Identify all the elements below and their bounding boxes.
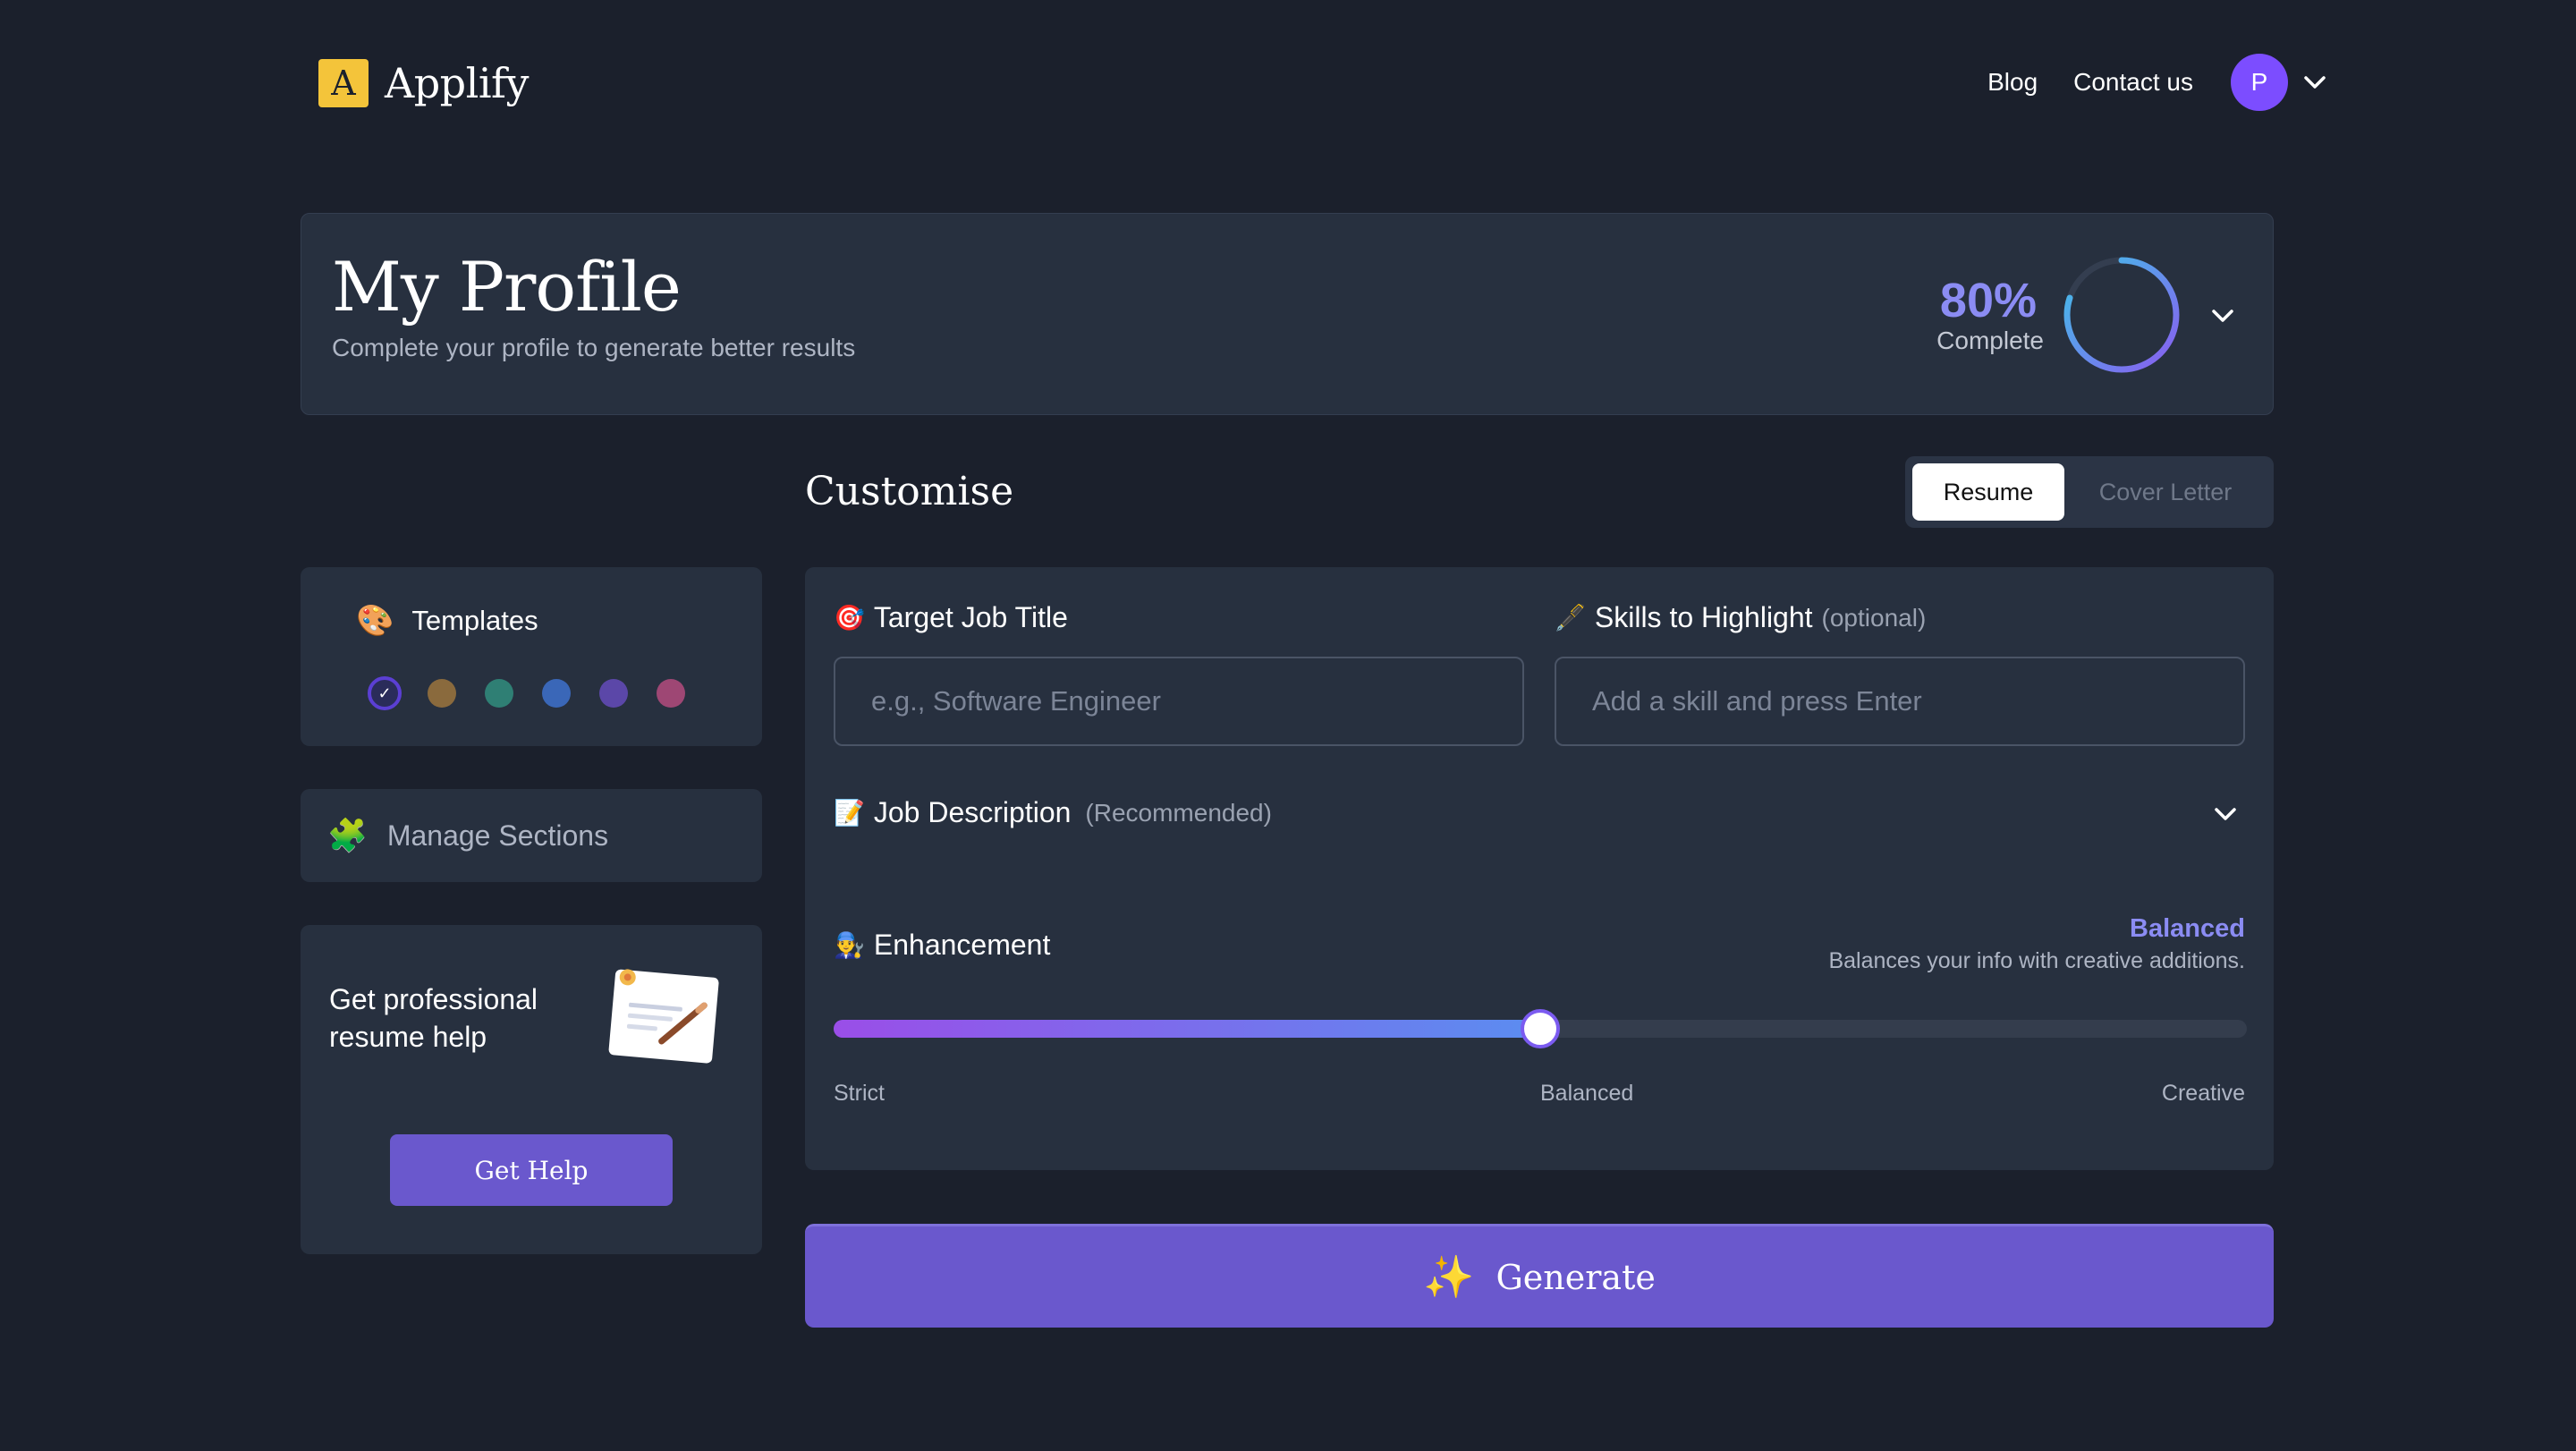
- nav-contact-link[interactable]: Contact us: [2073, 68, 2193, 97]
- job-description-toggle[interactable]: 📝 Job Description (Recommended): [834, 796, 1272, 829]
- tab-cover-letter[interactable]: Cover Letter: [2064, 463, 2267, 521]
- template-color-swatch[interactable]: [485, 679, 513, 708]
- template-color-swatch[interactable]: [657, 679, 685, 708]
- template-color-swatch[interactable]: [599, 679, 628, 708]
- get-help-button[interactable]: Get Help: [390, 1134, 673, 1206]
- resume-help-card: Get professional resume help Get Help: [301, 925, 762, 1254]
- progress-percent: 80%: [1939, 274, 2037, 327]
- progress-label: Complete: [1936, 327, 2044, 354]
- avatar[interactable]: P: [2231, 54, 2288, 111]
- generate-label: Generate: [1496, 1257, 1656, 1297]
- slider-fill: [834, 1020, 1540, 1038]
- check-icon: ✓: [377, 683, 392, 702]
- section-title: Customise: [805, 469, 1014, 514]
- profile-card: My Profile Complete your profile to gene…: [301, 213, 2274, 415]
- help-text: Get professional resume help: [329, 983, 538, 1053]
- tick-balanced: Balanced: [1540, 1081, 1634, 1106]
- logo-mark-icon: A: [318, 59, 369, 107]
- skills-optional-note: (optional): [1821, 603, 1927, 632]
- app-name: Applify: [385, 59, 530, 107]
- manage-sections-button[interactable]: 🧩 Manage Sections: [301, 789, 762, 882]
- template-color-swatch[interactable]: ✓: [368, 676, 402, 710]
- templates-label: Templates: [411, 605, 538, 636]
- puzzle-icon: 🧩: [327, 817, 368, 853]
- resume-illustration-icon: [608, 969, 719, 1064]
- template-color-swatch[interactable]: [428, 679, 456, 708]
- document-type-toggle: Resume Cover Letter: [1905, 456, 2274, 528]
- templates-card: 🎨 Templates ✓: [301, 567, 762, 746]
- tick-creative: Creative: [2161, 1081, 2245, 1106]
- top-nav: Blog Contact us P: [1987, 54, 2333, 111]
- enhancement-label-text: Enhancement: [873, 929, 1051, 961]
- palette-icon: 🎨: [356, 604, 394, 638]
- job-title-label-text: Target Job Title: [873, 601, 1068, 633]
- templates-header: 🎨 Templates: [356, 603, 538, 639]
- sparkles-icon: ✨: [1423, 1253, 1475, 1300]
- enhancement-value: Balanced: [2130, 914, 2245, 943]
- tab-resume[interactable]: Resume: [1912, 463, 2064, 521]
- job-description-label: Job Description: [873, 796, 1072, 828]
- profile-subtitle: Complete your profile to generate better…: [332, 334, 856, 361]
- job-description-note: (Recommended): [1085, 798, 1272, 827]
- app-logo[interactable]: A Applify: [318, 59, 530, 107]
- tick-strict: Strict: [834, 1081, 885, 1106]
- job-description-chevron-icon[interactable]: [2207, 796, 2243, 832]
- worker-icon: 👨‍🔧: [834, 931, 865, 959]
- page-title: My Profile: [332, 247, 682, 327]
- nav-blog-link[interactable]: Blog: [1987, 68, 2038, 97]
- job-title-label: 🎯 Target Job Title: [834, 601, 1068, 634]
- enhancement-label: 👨‍🔧 Enhancement: [834, 929, 1050, 962]
- chevron-down-icon[interactable]: [2297, 64, 2333, 100]
- memo-icon: 📝: [834, 799, 865, 827]
- skills-input[interactable]: [1555, 657, 2245, 746]
- enhancement-slider[interactable]: [834, 1009, 2247, 1048]
- template-color-swatch[interactable]: [542, 679, 571, 708]
- customise-form: 🎯 Target Job Title 🖋️ Skills to Highligh…: [805, 567, 2274, 1170]
- skills-label: 🖋️ Skills to Highlight (optional): [1555, 601, 1926, 634]
- job-title-input[interactable]: [834, 657, 1524, 746]
- manage-sections-label: Manage Sections: [386, 819, 609, 852]
- skills-label-text: Skills to Highlight: [1594, 601, 1813, 633]
- generate-button[interactable]: ✨ Generate: [805, 1224, 2274, 1328]
- target-icon: 🎯: [834, 604, 865, 632]
- slider-thumb[interactable]: [1521, 1009, 1560, 1048]
- expand-profile-chevron-icon[interactable]: [2205, 298, 2241, 334]
- enhancement-description: Balances your info with creative additio…: [1828, 948, 2245, 973]
- progress-ring: [2063, 257, 2180, 373]
- template-color-swatches: ✓: [368, 676, 714, 710]
- pen-icon: 🖋️: [1555, 604, 1586, 632]
